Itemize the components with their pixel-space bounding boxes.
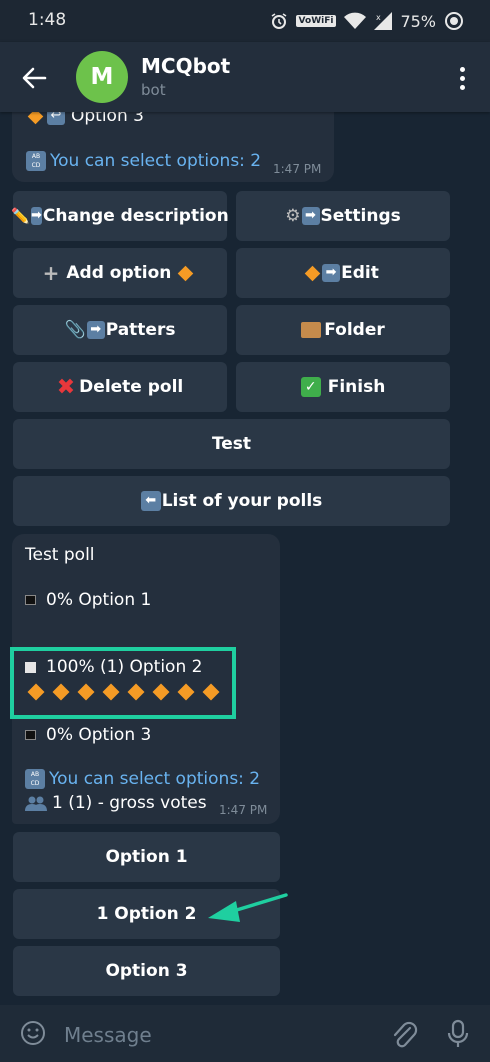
status-bar: 1:48 VoWiFi x 75% bbox=[0, 0, 490, 42]
battery-percent: 75% bbox=[400, 11, 436, 31]
button-label: Test bbox=[211, 434, 252, 454]
poll-title: Test poll bbox=[25, 545, 95, 565]
pencil-icon: ✏️ bbox=[11, 207, 30, 225]
empty-square-icon bbox=[25, 595, 36, 605]
svg-text:x: x bbox=[376, 13, 381, 22]
orange-diamond-icon bbox=[178, 265, 194, 281]
folder-button[interactable]: Folder bbox=[236, 305, 450, 355]
paperclip-icon: 📎 bbox=[64, 320, 86, 340]
select-hint-text: You can select options: 2 bbox=[50, 151, 262, 171]
status-icons: VoWiFi x 75% bbox=[270, 9, 464, 33]
annotation-arrow-icon bbox=[208, 893, 288, 922]
poll-time: 1:47 PM bbox=[219, 803, 268, 817]
status-time: 1:48 bbox=[28, 10, 67, 30]
button-label: Add option bbox=[66, 263, 172, 283]
orange-diamond-icon bbox=[304, 265, 321, 281]
button-label: Delete poll bbox=[79, 377, 184, 397]
edit-button[interactable]: ➡ Edit bbox=[236, 248, 450, 298]
abcd-icon: AB CD bbox=[26, 151, 46, 171]
right-arrow-icon: ➡ bbox=[86, 321, 105, 339]
button-label: Settings bbox=[320, 206, 401, 226]
plus-icon: + bbox=[42, 261, 60, 285]
poll-option-3: 0% Option 3 bbox=[25, 725, 151, 745]
empty-square-icon bbox=[25, 730, 36, 740]
battery-saver-icon bbox=[445, 12, 463, 30]
folder-icon bbox=[301, 322, 322, 338]
left-arrow-icon: ⬅ bbox=[140, 491, 161, 511]
patters-button[interactable]: 📎 ➡ Patters bbox=[13, 305, 227, 355]
gear-icon: ⚙ bbox=[285, 206, 301, 226]
wifi-icon bbox=[344, 12, 367, 29]
delete-poll-button[interactable]: ✖ Delete poll bbox=[13, 362, 227, 412]
poll-option-text: 0% Option 3 bbox=[46, 725, 152, 745]
emoji-icon[interactable] bbox=[20, 1020, 46, 1046]
right-arrow-icon: ➡ bbox=[301, 207, 320, 225]
message-time: 1:47 PM bbox=[273, 162, 322, 176]
message-input[interactable] bbox=[62, 1019, 366, 1051]
button-label: Finish bbox=[327, 377, 386, 397]
finish-button[interactable]: ✓ Finish bbox=[236, 362, 450, 412]
votes-text: 1 (1) - gross votes bbox=[52, 793, 207, 813]
change-description-button[interactable]: ✏️ ➡ Change description bbox=[11, 191, 229, 241]
button-label: Change description bbox=[42, 206, 229, 226]
poll-option-1: 0% Option 1 bbox=[25, 590, 151, 610]
add-option-button[interactable]: + Add option bbox=[13, 248, 227, 298]
test-button[interactable]: Test bbox=[13, 419, 450, 469]
button-label: 1 Option 2 bbox=[96, 904, 197, 924]
signal-icon: x bbox=[374, 12, 393, 30]
button-label: Option 1 bbox=[105, 847, 188, 867]
right-arrow-icon: ➡ bbox=[31, 207, 42, 225]
chat-subtitle: bot bbox=[141, 81, 166, 99]
select-hint-line: AB CD You can select options: 2 bbox=[26, 151, 261, 171]
poll-votes-line: 1 (1) - gross votes bbox=[25, 793, 207, 813]
chat-title[interactable]: MCQbot bbox=[141, 54, 230, 78]
button-label: Folder bbox=[324, 320, 385, 340]
people-icon bbox=[25, 796, 47, 811]
option-1-button[interactable]: Option 1 bbox=[13, 832, 280, 882]
avatar[interactable]: M bbox=[76, 51, 128, 103]
abcd-icon: AB CD bbox=[25, 769, 45, 789]
message-composer bbox=[0, 1005, 490, 1062]
list-polls-button[interactable]: ⬅ List of your polls bbox=[13, 476, 450, 526]
back-arrow-icon[interactable] bbox=[18, 62, 50, 94]
poll-select-hint: AB CD You can select options: 2 bbox=[25, 769, 260, 789]
more-menu-icon[interactable] bbox=[450, 64, 474, 92]
microphone-icon[interactable] bbox=[446, 1019, 470, 1049]
option-3-button[interactable]: Option 3 bbox=[13, 946, 280, 996]
check-icon: ✓ bbox=[300, 377, 321, 397]
settings-button[interactable]: ⚙ ➡ Settings bbox=[236, 191, 450, 241]
highlight-box bbox=[10, 647, 236, 719]
alarm-icon bbox=[271, 13, 286, 29]
poll-option-text: 0% Option 1 bbox=[46, 590, 152, 610]
right-arrow-icon: ➡ bbox=[322, 264, 341, 282]
paperclip-icon[interactable] bbox=[390, 1019, 418, 1049]
button-label: Option 3 bbox=[105, 961, 188, 981]
select-hint-text: You can select options: 2 bbox=[49, 769, 261, 789]
chat-header: M MCQbot bot bbox=[0, 42, 490, 112]
button-label: List of your polls bbox=[161, 491, 323, 511]
button-label: Edit bbox=[341, 263, 379, 283]
button-label: Patters bbox=[105, 320, 176, 340]
vowifi-badge: VoWiFi bbox=[295, 15, 337, 27]
red-x-icon: ✖ bbox=[56, 374, 76, 400]
